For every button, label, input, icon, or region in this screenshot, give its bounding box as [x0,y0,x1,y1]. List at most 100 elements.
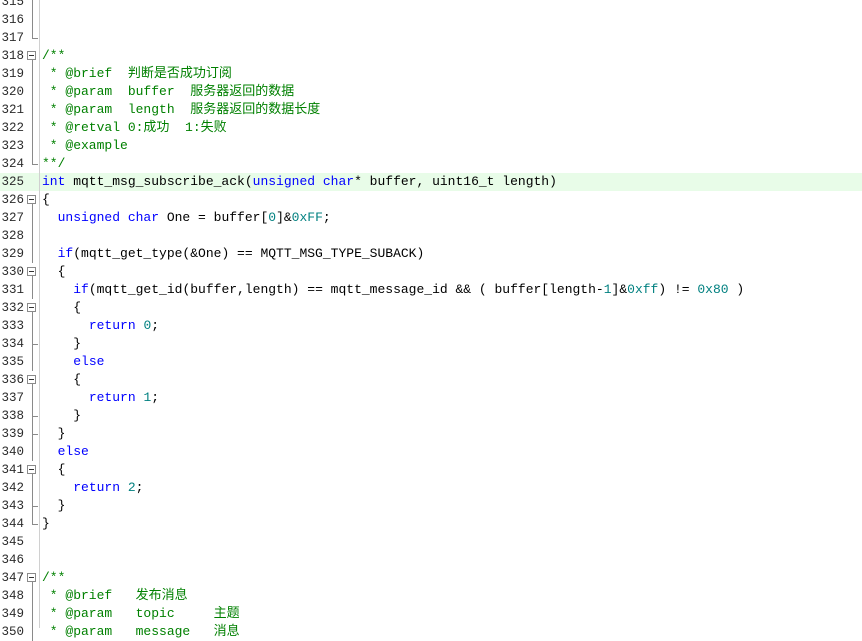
fold-end-marker [25,29,39,47]
fold-guide [25,209,39,227]
code-token: ; [135,480,144,495]
code-text[interactable]: } [42,497,66,515]
comment-token: * @retval 0:成功 1:失败 [42,120,227,135]
code-editor[interactable]: 315 316 317 318/** 319 * @brief 判断是否成功订阅 320 … [0,0,862,641]
code-text[interactable]: } [42,335,81,353]
code-line[interactable]: 331 if(mqtt_get_id(buffer,length) == mqt… [0,281,862,299]
code-text[interactable]: * @brief 发布消息 [42,587,188,605]
code-line[interactable]: 321 * @param length 服务器返回的数据长度 [0,101,862,119]
fold-collapse-icon[interactable] [25,569,39,587]
code-text[interactable]: return 1; [42,389,159,407]
fold-collapse-icon[interactable] [25,47,39,65]
code-line[interactable]: 343 } [0,497,862,515]
code-line[interactable]: 317 [0,29,862,47]
code-line[interactable]: 328 [0,227,862,245]
code-text[interactable]: unsigned char One = buffer[0]&0xFF; [42,209,331,227]
keyword-token: return [88,390,136,405]
line-number: 345 [1,535,24,549]
code-text[interactable]: else [42,443,89,461]
fold-guide [25,353,39,371]
code-line[interactable]: 322 * @retval 0:成功 1:失败 [0,119,862,137]
comment-token: * @param message 消息 [42,624,240,639]
code-line[interactable]: 350 * @param message 消息 [0,623,862,641]
fold-collapse-icon[interactable] [25,191,39,209]
code-text[interactable]: return 0; [42,317,159,335]
code-text[interactable]: * @param buffer 服务器返回的数据 [42,83,294,101]
fold-collapse-icon[interactable] [25,371,39,389]
code-text[interactable]: /** [42,47,65,65]
fold-collapse-icon[interactable] [25,263,39,281]
code-line[interactable]: 323 * @example [0,137,862,155]
code-token: } [42,336,82,351]
code-line[interactable]: 319 * @brief 判断是否成功订阅 [0,65,862,83]
code-line[interactable]: 342 return 2; [0,479,862,497]
code-text[interactable]: } [42,515,50,533]
code-line[interactable]: 337 return 1; [0,389,862,407]
code-line[interactable]: 335 else [0,353,862,371]
fold-collapse-icon[interactable] [25,461,39,479]
keyword-token: int [42,174,66,189]
code-text[interactable]: { [42,299,81,317]
code-line[interactable]: 341 { [0,461,862,479]
code-text[interactable]: * @param length 服务器返回的数据长度 [42,101,320,119]
code-line[interactable]: 330 { [0,263,862,281]
code-text[interactable]: * @param topic 主题 [42,605,240,623]
fold-guide [25,11,39,29]
code-line[interactable]: 332 { [0,299,862,317]
code-line[interactable]: 320 * @param buffer 服务器返回的数据 [0,83,862,101]
fold-guide [25,587,39,605]
fold-guide [25,479,39,497]
code-text[interactable]: if(mqtt_get_type(&One) == MQTT_MSG_TYPE_… [42,245,425,263]
code-token: ) [728,282,745,297]
line-number: 315 [1,0,24,9]
code-text[interactable]: int mqtt_msg_subscribe_ack(unsigned char… [42,173,557,191]
code-line[interactable]: 336 { [0,371,862,389]
code-line[interactable]: 349 * @param topic 主题 [0,605,862,623]
code-line[interactable]: 324 **/ [0,155,862,173]
code-token: } [42,516,50,531]
code-line[interactable]: 339 } [0,425,862,443]
code-line[interactable]: 325 int mqtt_msg_subscribe_ack(unsigned c… [0,173,862,191]
code-text[interactable]: { [42,263,66,281]
code-line[interactable]: 318 /** [0,47,862,65]
code-line[interactable]: 334 } [0,335,862,353]
code-text[interactable]: **/ [42,155,65,173]
code-token: ; [322,210,331,225]
code-text[interactable]: { [42,371,81,389]
code-text[interactable]: * @param message 消息 [42,623,240,641]
code-line[interactable]: 316 [0,11,862,29]
code-token: ; [151,390,160,405]
code-line[interactable]: 326 { [0,191,862,209]
keyword-token: else [57,444,89,459]
code-text[interactable]: * @example [42,137,128,155]
code-line[interactable]: 347 /** [0,569,862,587]
code-text[interactable]: * @retval 0:成功 1:失败 [42,119,227,137]
code-text[interactable]: return 2; [42,479,143,497]
fold-guide [25,605,39,623]
code-line[interactable]: 327 unsigned char One = buffer[0]&0xFF; [0,209,862,227]
code-text[interactable]: { [42,461,66,479]
code-line[interactable]: 333 return 0; [0,317,862,335]
code-line[interactable]: 345 [0,533,862,551]
code-token: { [42,372,82,387]
code-text[interactable]: } [42,407,81,425]
code-token: ; [151,318,160,333]
code-text[interactable]: /** [42,569,65,587]
code-text[interactable]: else [42,353,104,371]
code-line[interactable]: 338 } [0,407,862,425]
line-number: 322 [1,121,24,135]
code-line[interactable]: 329 if(mqtt_get_type(&One) == MQTT_MSG_T… [0,245,862,263]
code-line[interactable]: 346 [0,551,862,569]
code-text[interactable]: } [42,425,66,443]
fold-collapse-icon[interactable] [25,299,39,317]
code-line[interactable]: 344} [0,515,862,533]
code-text[interactable]: * @brief 判断是否成功订阅 [42,65,232,83]
fold-end-marker [25,155,39,173]
code-line[interactable]: 340 else [0,443,862,461]
code-line[interactable]: 348 * @brief 发布消息 [0,587,862,605]
code-text[interactable]: { [42,191,50,209]
code-text[interactable]: if(mqtt_get_id(buffer,length) == mqtt_me… [42,281,744,299]
code-line[interactable]: 315 [0,0,862,11]
line-number: 326 [1,193,24,207]
